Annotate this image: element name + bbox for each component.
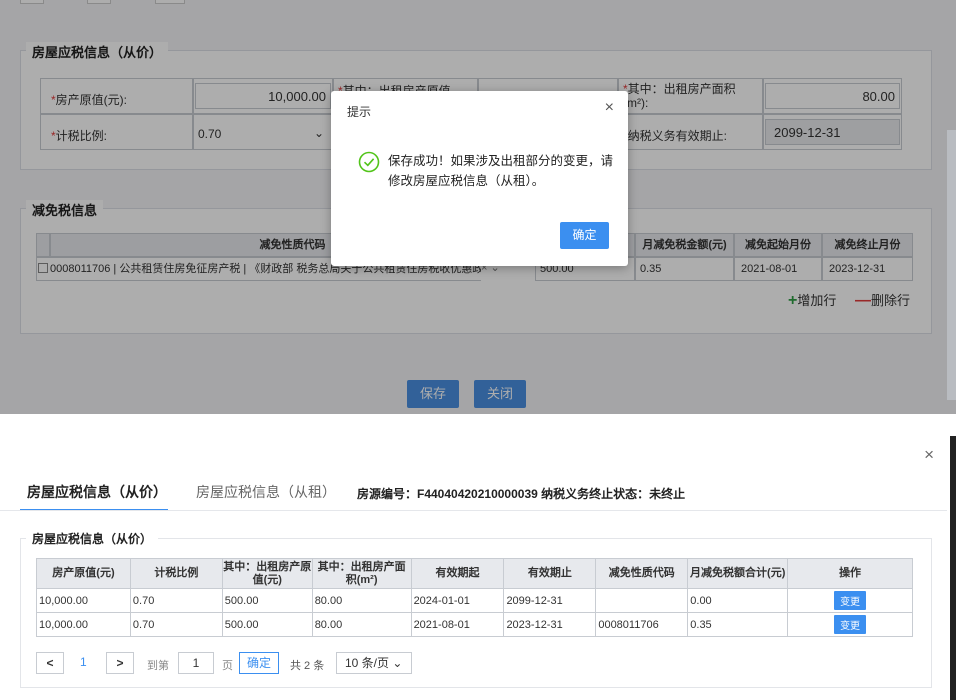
col-header: 月减免税额合计(元) <box>687 558 789 589</box>
background-form: 房屋应税信息（从价） *房产原值(元): 10,000.00 *其中：出租房产原… <box>0 0 956 414</box>
tab-by-rent[interactable]: 房屋应税信息（从租） <box>196 482 336 502</box>
col-header: 房产原值(元) <box>36 558 131 589</box>
table-cell: 0.70 <box>129 612 223 637</box>
page-unit: 页 <box>222 660 233 672</box>
scrollbar[interactable] <box>947 130 956 400</box>
tab-by-value[interactable]: 房屋应税信息（从价） <box>27 482 167 502</box>
total-count: 共 2 条 <box>290 660 325 672</box>
col-header: 减免性质代码 <box>595 558 689 589</box>
property-info: 房源编号：F44040420210000039 纳税义务终止状态：未终止 <box>357 487 686 501</box>
action-cell: 变更 <box>787 612 913 637</box>
col-header: 计税比例 <box>129 558 223 589</box>
close-icon[interactable]: × <box>605 99 614 117</box>
col-header: 其中：出租房产原值(元) <box>221 558 313 589</box>
table-cell: 2021-08-01 <box>410 612 505 637</box>
next-page-button[interactable]: > <box>106 652 134 674</box>
table-row: 10,000.00 0.70 500.00 80.00 2021-08-01 2023-1… <box>36 612 913 637</box>
col-header: 其中：出租房产面积(m²) <box>311 558 412 589</box>
section-title-list: 房屋应税信息（从价） <box>26 530 159 547</box>
close-icon[interactable]: × <box>924 445 934 465</box>
table-cell: 10,000.00 <box>36 588 131 613</box>
table-cell <box>595 588 689 613</box>
success-dialog: 提示 × 保存成功！如果涉及出租部分的变更，请修改房屋应税信息（从租）。 确定 <box>331 91 628 266</box>
change-button[interactable]: 变更 <box>834 615 867 634</box>
property-panel: × 房屋应税信息（从价） 房屋应税信息（从租） 房源编号：F4404042021… <box>0 414 956 700</box>
property-table: 房产原值(元) 计税比例 其中：出租房产原值(元) 其中：出租房产面积(m²) 有效期起… <box>36 558 913 637</box>
table-cell: 0.70 <box>129 588 223 613</box>
table-cell: 0.35 <box>687 612 789 637</box>
page-size-select[interactable]: 10 条/页 ⌄ <box>336 652 412 674</box>
current-page[interactable]: 1 <box>80 655 87 669</box>
dialog-ok-button[interactable]: 确定 <box>560 222 609 249</box>
table-cell: 2023-12-31 <box>503 612 597 637</box>
table-cell: 500.00 <box>221 612 313 637</box>
table-cell: 0.00 <box>687 588 789 613</box>
goto-label: 到第 <box>147 660 169 672</box>
dialog-message: 保存成功！如果涉及出租部分的变更，请修改房屋应税信息（从租）。 <box>388 154 614 188</box>
col-header: 有效期起 <box>410 558 505 589</box>
action-cell: 变更 <box>787 588 913 613</box>
table-cell: 500.00 <box>221 588 313 613</box>
table-cell: 10,000.00 <box>36 612 131 637</box>
goto-page-input[interactable]: 1 <box>178 652 214 674</box>
table-row: 10,000.00 0.70 500.00 80.00 2024-01-01 2099-1… <box>36 588 913 613</box>
table-cell: 80.00 <box>311 612 412 637</box>
table-cell: 0008011706 <box>595 612 689 637</box>
table-cell: 2024-01-01 <box>410 588 505 613</box>
col-header: 有效期止 <box>503 558 597 589</box>
chevron-down-icon: ⌄ <box>392 656 403 670</box>
change-button[interactable]: 变更 <box>834 591 867 610</box>
table-cell: 80.00 <box>311 588 412 613</box>
success-check-icon <box>358 151 380 173</box>
dialog-title: 提示 <box>347 105 372 119</box>
col-header: 操作 <box>787 558 913 589</box>
scrollbar[interactable] <box>950 436 956 700</box>
prev-page-button[interactable]: < <box>36 652 64 674</box>
goto-confirm-button[interactable]: 确定 <box>239 652 279 674</box>
table-cell: 2099-12-31 <box>503 588 597 613</box>
